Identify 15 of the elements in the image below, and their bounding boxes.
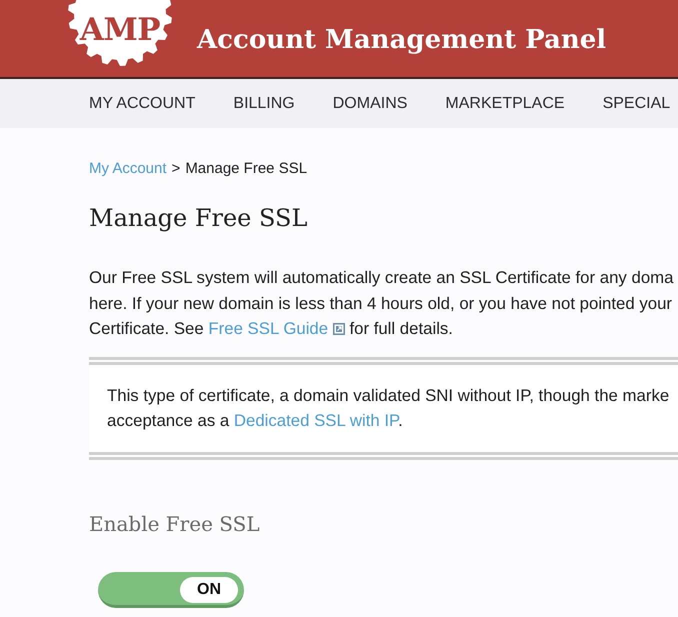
breadcrumb-separator: > [172,159,180,179]
toggle-switch[interactable]: ON [98,572,244,608]
nav-link[interactable]: MY ACCOUNT [89,94,196,114]
nav-link[interactable]: SPECIAL [602,94,670,114]
logo-text: AMP [80,12,160,48]
page-title: Manage Free SSL [89,203,308,234]
intro-paragraph: Our Free SSL system will automatically create an SSL Certificate for any doma here. If your new domain is less than 4 hours old, or you have not pointed your Certificate. See Free SSL Guide for full details. [89,267,674,340]
site-title: Account Management Panel [197,24,606,57]
nav-link[interactable]: BILLING [233,94,295,114]
nav-link[interactable]: MARKETPLACE [445,94,565,114]
note-paragraph: This type of certificate, a domain validated SNI without IP, though the marke acceptance as a Dedicated SSL with IP. [107,385,670,432]
gear-icon [68,0,172,66]
nav-link[interactable]: DOMAINS [332,94,408,114]
section-title: Enable Free SSL [89,510,260,538]
breadcrumb-current: Manage Free SSL [185,159,308,179]
